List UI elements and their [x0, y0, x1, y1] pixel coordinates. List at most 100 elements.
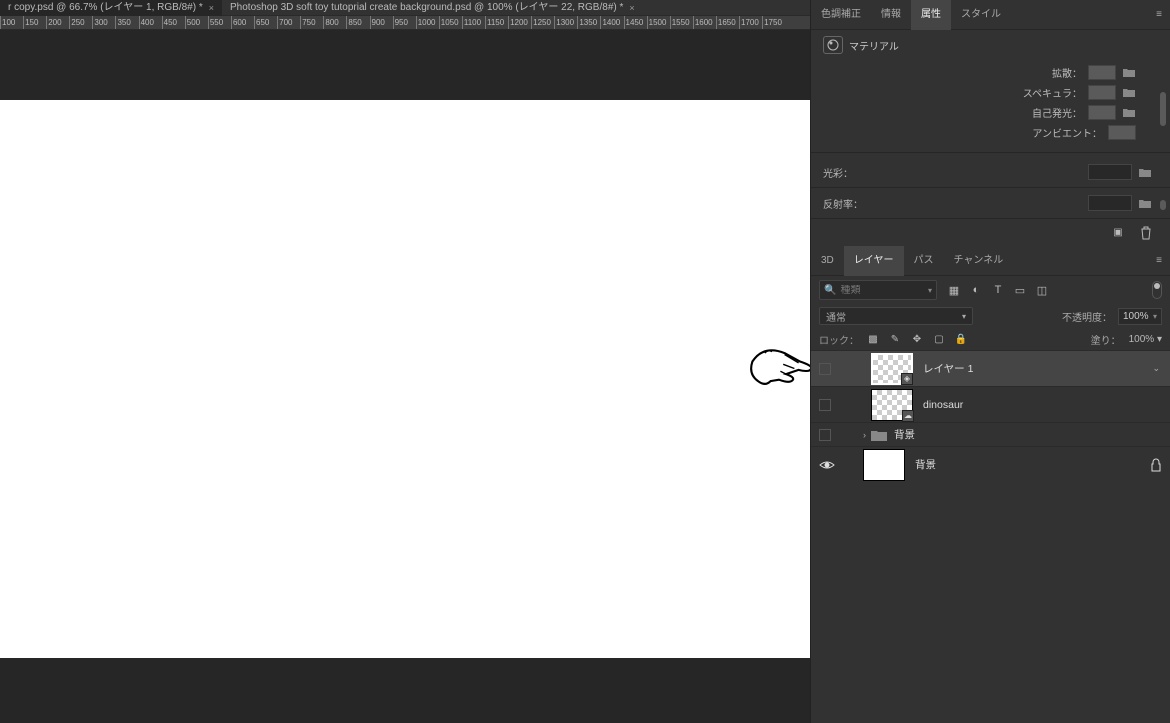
visibility-toggle[interactable] — [819, 429, 831, 441]
opacity-value: 100% — [1123, 311, 1149, 322]
document-tab-1[interactable]: r copy.psd @ 66.7% (レイヤー 1, RGB/8#) * × — [0, 0, 222, 16]
prop-label: 光彩： — [823, 165, 853, 180]
opacity-label: 不透明度： — [1062, 309, 1112, 324]
scroll-caret-icon[interactable] — [1160, 200, 1166, 210]
ruler-tick: 1050 — [439, 16, 462, 30]
color-swatch[interactable] — [1108, 125, 1136, 140]
ruler-tick: 250 — [69, 16, 92, 30]
tab-layers[interactable]: レイヤー — [844, 246, 904, 276]
lock-artboard-icon[interactable]: ▢ — [933, 333, 945, 345]
visibility-toggle[interactable] — [819, 399, 831, 411]
filter-pixel-icon[interactable]: ▦ — [947, 283, 961, 297]
visibility-toggle[interactable] — [819, 363, 831, 375]
document-tabbar: r copy.psd @ 66.7% (レイヤー 1, RGB/8#) * × … — [0, 0, 810, 16]
ruler-tick: 1200 — [508, 16, 531, 30]
value-field[interactable] — [1088, 195, 1132, 211]
right-panel: 色調補正 情報 属性 スタイル ≡ マテリアル 拡散： スペキュラ： 自己発光： — [810, 0, 1170, 723]
prop-label: 自己発光： — [811, 105, 1088, 120]
filter-shape-icon[interactable]: ▭ — [1013, 283, 1027, 297]
layer-row[interactable]: 背景 — [811, 446, 1170, 482]
document-tab-2[interactable]: Photoshop 3D soft toy tutoprial create b… — [222, 0, 643, 16]
color-swatch[interactable] — [1088, 85, 1116, 100]
tab-paths[interactable]: パス — [904, 246, 944, 276]
layer-name[interactable]: レイヤー 1 — [923, 361, 973, 376]
fill-label: 塗り： — [1091, 332, 1121, 347]
render-icon[interactable]: ▣ — [1110, 225, 1126, 241]
folder-icon[interactable] — [1122, 86, 1136, 98]
canvas[interactable] — [0, 100, 810, 658]
layer-group-row[interactable]: › 背景 — [811, 422, 1170, 446]
blend-mode-select[interactable]: 通常 ▾ — [819, 307, 973, 325]
layer-row[interactable]: dinosaur — [811, 386, 1170, 422]
tab-info[interactable]: 情報 — [871, 0, 911, 30]
tab-channels[interactable]: チャンネル — [944, 246, 1014, 276]
color-swatch[interactable] — [1088, 65, 1116, 80]
ruler-tick: 1700 — [739, 16, 762, 30]
material-icon — [823, 36, 843, 54]
prop-specular-row: スペキュラ： — [811, 82, 1170, 102]
scrollbar-thumb[interactable] — [1160, 92, 1166, 126]
properties-tabrow: 色調補正 情報 属性 スタイル ≡ — [811, 0, 1170, 30]
ruler-tick: 150 — [23, 16, 46, 30]
visibility-toggle[interactable] — [819, 457, 835, 473]
folder-icon[interactable] — [1138, 166, 1152, 178]
folder-icon[interactable] — [1138, 197, 1152, 209]
close-icon[interactable]: × — [209, 0, 214, 16]
filter-toggle[interactable] — [1152, 281, 1162, 299]
ruler-tick: 350 — [115, 16, 138, 30]
layer-thumbnail[interactable] — [871, 389, 913, 421]
tab-properties[interactable]: 属性 — [911, 0, 951, 30]
lock-position-icon[interactable]: ✥ — [911, 333, 923, 345]
layer-row[interactable]: レイヤー 1 ⌄ — [811, 350, 1170, 386]
layer-thumbnail[interactable] — [871, 353, 913, 385]
layer-thumbnail[interactable] — [863, 449, 905, 481]
layer-name[interactable]: 背景 — [915, 457, 936, 472]
trash-icon[interactable] — [1138, 225, 1154, 241]
panel-menu-icon[interactable]: ≡ — [1148, 9, 1170, 20]
layer-filter-icons: ▦ ◐ T ▭ ◫ — [947, 283, 1049, 297]
layers-panel: 3D レイヤー パス チャンネル ≡ 🔍 ▾ ▦ ◐ T ▭ ◫ 通常 — [811, 246, 1170, 482]
ruler-tick: 400 — [139, 16, 162, 30]
layer-filter-select[interactable]: 🔍 ▾ — [819, 280, 937, 300]
chevron-down-icon: ▾ — [928, 286, 932, 295]
blend-mode-label: 通常 — [826, 309, 846, 324]
opacity-field[interactable]: 100% ▾ — [1118, 308, 1162, 325]
chevron-right-icon[interactable]: › — [863, 430, 866, 440]
filter-smartobject-icon[interactable]: ◫ — [1035, 283, 1049, 297]
filter-type-icon[interactable]: T — [991, 283, 1005, 297]
chevron-down-icon[interactable]: ⌄ — [1152, 363, 1162, 374]
horizontal-ruler[interactable]: 1001502002503003504004505005506006507007… — [0, 16, 810, 30]
ruler-tick: 1550 — [670, 16, 693, 30]
value-field[interactable] — [1088, 164, 1132, 180]
fill-field[interactable]: 100% ▾ — [1129, 334, 1162, 345]
lock-all-icon[interactable]: 🔒 — [955, 333, 967, 345]
ruler-tick: 1400 — [600, 16, 623, 30]
ruler-tick: 1350 — [577, 16, 600, 30]
chevron-down-icon: ▾ — [1157, 334, 1162, 345]
ruler-tick: 750 — [300, 16, 323, 30]
layer-filter-input[interactable] — [840, 285, 910, 296]
panel-menu-icon[interactable]: ≡ — [1148, 255, 1170, 266]
canvas-area[interactable] — [0, 30, 810, 723]
tab-styles[interactable]: スタイル — [951, 0, 1011, 30]
divider — [811, 152, 1170, 153]
tab-3d[interactable]: 3D — [811, 246, 844, 276]
tab-color-adjust[interactable]: 色調補正 — [811, 0, 871, 30]
folder-icon[interactable] — [1122, 106, 1136, 118]
lock-brush-icon[interactable]: ✎ — [889, 333, 901, 345]
layer-name[interactable]: dinosaur — [923, 399, 963, 411]
prop-diffuse-row: 拡散： — [811, 62, 1170, 82]
folder-icon[interactable] — [1122, 66, 1136, 78]
lock-transparent-icon[interactable]: ▩ — [867, 333, 879, 345]
badge-smartobject-icon — [902, 410, 914, 422]
document-workspace: r copy.psd @ 66.7% (レイヤー 1, RGB/8#) * × … — [0, 0, 810, 723]
prop-emissive-row: 自己発光： — [811, 102, 1170, 122]
layer-name[interactable]: 背景 — [894, 427, 915, 442]
ruler-tick: 850 — [346, 16, 369, 30]
layer-lock-row: ロック： ▩ ✎ ✥ ▢ 🔒 塗り： 100% ▾ — [811, 328, 1170, 350]
color-swatch[interactable] — [1088, 105, 1116, 120]
divider — [811, 187, 1170, 188]
filter-adjustment-icon[interactable]: ◐ — [969, 283, 983, 297]
close-icon[interactable]: × — [629, 0, 634, 16]
ruler-tick: 1150 — [485, 16, 508, 30]
